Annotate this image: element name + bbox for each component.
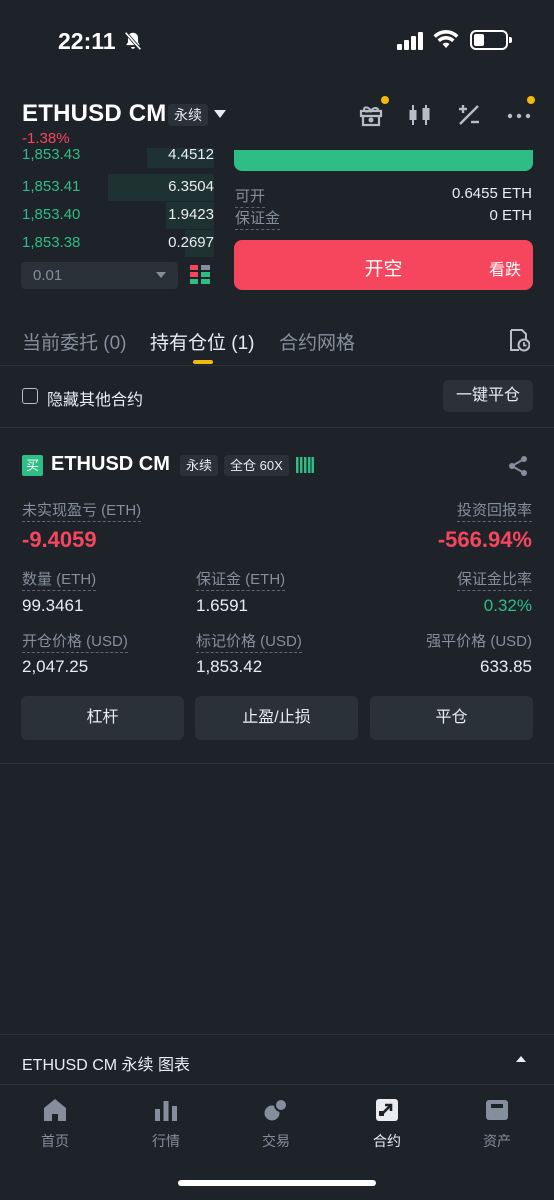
chevron-down-icon[interactable] (214, 110, 226, 118)
orderbook-row[interactable]: 1,853.40 1.9423 (22, 202, 214, 229)
order-history-icon[interactable] (508, 328, 530, 352)
orderbook-qty: 4.4512 (168, 148, 214, 163)
entry-price-label: 开仓价格 (USD) (22, 630, 128, 653)
precision-select[interactable]: 0.01 (21, 262, 178, 289)
mark-price-label: 标记价格 (USD) (196, 630, 302, 653)
nav-home[interactable]: 首页 (15, 1097, 95, 1151)
buy-long-button[interactable] (234, 150, 533, 171)
nav-markets[interactable]: 行情 (126, 1097, 206, 1151)
futures-icon (376, 1099, 398, 1121)
notification-dot (381, 96, 389, 104)
calculator-icon[interactable] (456, 102, 482, 128)
perpetual-badge: 永续 (168, 104, 208, 126)
nav-trade[interactable]: 交易 (236, 1097, 316, 1151)
mark-price-value: 1,853.42 (196, 657, 263, 676)
nav-assets-label: 资产 (483, 1133, 511, 1149)
home-indicator (178, 1180, 376, 1186)
position-margin-label: 保证金 (ETH) (196, 568, 286, 591)
nav-home-label: 首页 (41, 1133, 69, 1149)
tp-sl-button[interactable]: 止盈/止损 (195, 696, 358, 740)
nav-assets[interactable]: 资产 (457, 1097, 537, 1151)
margin-value: 0 ETH (489, 207, 532, 224)
wifi-icon (433, 30, 459, 48)
orderbook-row[interactable]: 1,853.43 4.4512 (22, 148, 214, 168)
hide-other-label[interactable]: 隐藏其他合约 (47, 386, 143, 410)
orderbook-qty: 6.3504 (168, 178, 214, 195)
nav-markets-label: 行情 (152, 1133, 180, 1149)
orderbook-price: 1,853.43 (22, 148, 81, 163)
price-change: -1.38% (22, 130, 70, 147)
adl-indicator-icon[interactable] (296, 457, 314, 473)
caret-down-icon (156, 272, 166, 278)
chart-drawer-label: ETHUSD CM 永续 图表 (22, 1057, 191, 1074)
margin-ratio-label: 保证金比率 (456, 568, 532, 591)
cellular-signal-icon (397, 32, 423, 50)
position-symbol[interactable]: ETHUSD CM (51, 453, 170, 476)
margin-label: 保证金 (235, 207, 281, 230)
liq-price-value: 633.85 (480, 657, 532, 676)
nav-futures-label: 合约 (373, 1133, 401, 1149)
available-label: 可开 (235, 185, 266, 208)
bar-chart-icon (155, 1101, 177, 1121)
divider (0, 427, 554, 428)
orderbook-price: 1,853.40 (22, 206, 81, 223)
orderbook-layout-icon[interactable] (190, 265, 210, 285)
orderbook-qty: 1.9423 (168, 206, 214, 223)
liq-price-label: 强平价格 (USD) (426, 633, 532, 650)
unrealized-pnl-value: -9.4059 (22, 527, 97, 552)
battery-icon (470, 30, 512, 50)
roe-label: 投资回报率 (456, 499, 532, 522)
sell-short-sublabel: 看跌 (488, 262, 521, 279)
orderbook-price: 1,853.41 (22, 178, 81, 195)
tab-grid[interactable]: 合约网格 (279, 328, 355, 355)
orderbook-row[interactable]: 1,853.38 0.2697 (22, 230, 214, 257)
share-icon[interactable] (506, 454, 530, 478)
leverage-button[interactable]: 杠杆 (21, 696, 184, 740)
notification-dot (527, 96, 535, 104)
size-value: 99.3461 (22, 596, 84, 615)
active-tab-indicator (193, 360, 213, 364)
position-margin-mode-badge[interactable]: 全仓 60X (224, 455, 289, 476)
available-value: 0.6455 ETH (451, 185, 532, 202)
tab-open-orders[interactable]: 当前委托 (0) (22, 328, 127, 355)
position-margin-value: 1.6591 (196, 596, 248, 615)
close-all-button[interactable]: 一键平仓 (443, 380, 533, 412)
position-side-badge: 买 (22, 455, 43, 476)
bell-muted-icon (124, 31, 142, 51)
caret-up-icon (516, 1056, 526, 1062)
gift-icon[interactable] (358, 102, 384, 128)
more-icon[interactable] (506, 102, 532, 128)
candlestick-chart-icon[interactable] (407, 102, 433, 128)
chart-drawer-bar[interactable]: ETHUSD CM 永续 图表 (0, 1034, 554, 1084)
status-time: 22:11 (58, 28, 116, 54)
trade-icon (264, 1098, 288, 1121)
divider (0, 763, 554, 764)
roe-value: -566.94% (437, 527, 532, 552)
orderbook-row[interactable]: 1,853.41 6.3504 (22, 174, 214, 201)
home-icon (44, 1099, 66, 1121)
wallet-icon (486, 1100, 508, 1120)
nav-trade-label: 交易 (262, 1133, 290, 1149)
precision-value: 0.01 (33, 267, 63, 284)
unrealized-pnl-label: 未实现盈亏 (ETH) (22, 499, 142, 522)
orderbook-price: 1,853.38 (22, 234, 81, 251)
hide-other-checkbox[interactable] (22, 388, 38, 404)
sell-short-button[interactable]: 开空 看跌 (234, 240, 533, 290)
pair-title[interactable]: ETHUSD CM (22, 100, 166, 128)
margin-ratio-value: 0.32% (483, 596, 532, 615)
tab-positions[interactable]: 持有仓位 (1) (150, 328, 255, 355)
entry-price-value: 2,047.25 (22, 657, 89, 676)
divider (0, 365, 554, 366)
nav-futures[interactable]: 合约 (347, 1097, 427, 1151)
size-label: 数量 (ETH) (22, 568, 97, 591)
close-position-button[interactable]: 平仓 (370, 696, 533, 740)
orderbook-qty: 0.2697 (168, 234, 214, 251)
position-perp-badge: 永续 (180, 455, 219, 476)
